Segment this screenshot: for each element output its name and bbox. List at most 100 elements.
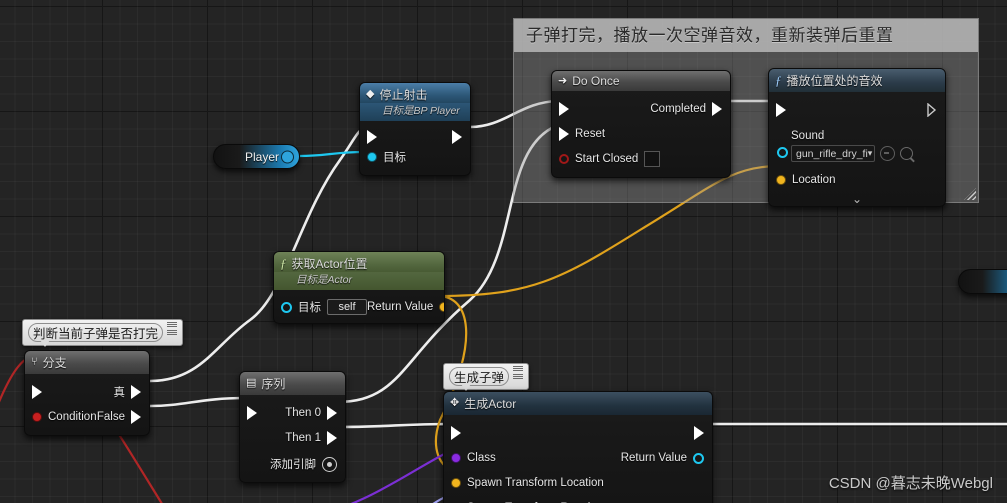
node-stop-fire-subtitle: 目标是BP Player (360, 103, 470, 121)
sequence-icon: ▤ (246, 377, 257, 389)
return-value-vector-pin[interactable] (439, 302, 444, 312)
do-once-start-closed-label: Start Closed (575, 153, 639, 165)
bubble-buttons[interactable] (512, 366, 524, 384)
exec-out-completed-pin[interactable] (712, 102, 722, 116)
node-variable-offscreen-right[interactable] (958, 269, 1007, 294)
branch-exec-row: 真 (25, 382, 149, 402)
bubble-buttons[interactable] (166, 322, 178, 340)
condition-bool-pin[interactable] (32, 412, 42, 422)
exec-out-pin[interactable] (694, 426, 704, 440)
location-vector-pin[interactable] (776, 175, 786, 185)
node-stop-fire[interactable]: ◆ 停止射击 目标是BP Player 目标 (359, 82, 471, 176)
node-get-actor-location[interactable]: ƒ 获取Actor位置 目标是Actor 目标 self Return Valu… (273, 251, 445, 324)
exec-in-pin[interactable] (367, 130, 377, 144)
return-value-object-pin[interactable] (693, 452, 704, 464)
exec-in-pin[interactable] (247, 406, 257, 420)
node-do-once-header: ➜ Do Once (552, 71, 730, 91)
exec-in-pin[interactable] (32, 385, 42, 399)
exec-out-then0-pin[interactable] (327, 406, 337, 420)
exec-out-pin[interactable] (927, 103, 937, 117)
comment-box-title: 子弹打完，播放一次空弹音效，重新装弹后重置 (514, 19, 978, 52)
do-once-reset-row: Reset (552, 124, 730, 144)
sound-asset-combo[interactable]: gun_rifle_dry_fi ▾ (791, 145, 875, 162)
branch-comment-bubble-text: 判断当前子弹是否打完 (33, 327, 159, 341)
function-icon: ƒ (775, 73, 782, 88)
sequence-add-pin-label: 添加引脚 (270, 459, 316, 471)
node-get-actor-location-subtitle: 目标是Actor (274, 272, 444, 290)
node-branch-body: 真 Condition False (25, 374, 149, 435)
browse-asset-icon[interactable] (880, 146, 895, 161)
stop-fire-target-row: 目标 (360, 147, 470, 167)
node-spawn-actor-title: 生成Actor (464, 397, 517, 411)
start-closed-checkbox[interactable] (644, 151, 661, 167)
branch-true-label: 真 (113, 387, 126, 399)
get-actor-location-target-label: 目标 (298, 302, 321, 314)
node-branch[interactable]: ⑂ 分支 真 Condition False (24, 350, 150, 436)
play-sound-sound-block: Sound gun_rifle_dry_fi ▾ (769, 130, 945, 162)
spawn-comment-bubble[interactable]: 生成子弹 (443, 363, 530, 390)
spawn-actor-location-label: Spawn Transform Location (467, 477, 604, 489)
node-get-actor-location-title: 获取Actor位置 (291, 257, 368, 271)
sequence-then0-row: Then 0 (240, 403, 345, 423)
spawn-actor-rotation-row: Spawn Transform Rotation (444, 498, 712, 503)
function-icon: ƒ (280, 256, 287, 271)
get-actor-location-target-value[interactable]: self (327, 299, 367, 315)
exec-out-true-pin[interactable] (131, 385, 141, 399)
sequence-then0-label: Then 0 (285, 407, 321, 419)
spawn-actor-return-label: Return Value (620, 452, 687, 464)
node-sequence-body: Then 0 Then 1 添加引脚 (240, 395, 345, 482)
branch-condition-label: Condition (48, 411, 97, 423)
sound-asset-picker[interactable]: gun_rifle_dry_fi ▾ (769, 145, 945, 162)
start-closed-bool-pin[interactable] (559, 154, 569, 164)
node-stop-fire-body: 目标 (360, 121, 470, 175)
node-sequence-title: 序列 (261, 377, 286, 391)
do-once-icon: ➜ (558, 74, 568, 87)
add-pin-icon[interactable] (322, 456, 337, 472)
exec-in-pin[interactable] (451, 426, 461, 440)
sound-object-pin[interactable] (777, 147, 788, 158)
target-object-pin[interactable] (281, 301, 292, 313)
play-sound-exec-row (769, 100, 945, 120)
node-play-sound-body: Sound gun_rifle_dry_fi ▾ Location ⌄ (769, 92, 945, 206)
node-do-once[interactable]: ➜ Do Once Completed Reset Start Closed (551, 70, 731, 178)
get-actor-location-return-label: Return Value (367, 301, 434, 313)
node-play-sound-at-location[interactable]: ƒ 播放位置处的音效 Sound gun_rifle_dry_fi ▾ Loca… (768, 68, 946, 207)
play-sound-location-label: Location (792, 174, 836, 186)
blueprint-graph-canvas[interactable]: 子弹打完，播放一次空弹音效，重新装弹后重置 ◆ 停止射击 目标是BP Playe… (0, 0, 1007, 503)
node-do-once-body: Completed Reset Start Closed (552, 91, 730, 177)
spawn-actor-class-row: Class Return Value (444, 448, 712, 468)
exec-out-false-pin[interactable] (131, 410, 141, 424)
do-once-exec-row: Completed (552, 99, 730, 119)
exec-out-then1-pin[interactable] (327, 431, 337, 445)
class-pin[interactable] (451, 453, 461, 463)
comment-resize-grip[interactable] (964, 188, 976, 200)
node-sequence[interactable]: ▤ 序列 Then 0 Then 1 添加引脚 (239, 371, 346, 483)
exec-out-pin[interactable] (452, 130, 462, 144)
spawn-bubble-tail (461, 384, 471, 391)
node-spawn-actor[interactable]: ✥ 生成Actor Class Return Value Spawn Trans… (443, 391, 713, 503)
branch-condition-row: Condition False (25, 407, 149, 427)
get-actor-location-pins-row: 目标 self Return Value (274, 297, 444, 317)
exec-in-pin[interactable] (559, 102, 569, 116)
stop-fire-exec-row (360, 127, 470, 147)
node-variable-player[interactable]: Player (213, 144, 300, 169)
search-icon[interactable] (900, 147, 913, 160)
spawn-comment-bubble-text: 生成子弹 (454, 371, 505, 385)
do-once-reset-label: Reset (575, 128, 606, 140)
exec-in-reset-pin[interactable] (559, 127, 569, 141)
spawn-transform-location-pin[interactable] (451, 478, 461, 488)
expand-collapse-chevron-icon[interactable]: ⌄ (769, 190, 945, 205)
variable-player-output-pin[interactable] (281, 150, 294, 163)
play-sound-location-row: Location (769, 170, 945, 190)
exec-in-pin[interactable] (776, 103, 786, 117)
spawn-actor-exec-row (444, 423, 712, 443)
spawn-actor-class-label: Class (467, 452, 496, 464)
target-object-pin[interactable] (367, 152, 377, 162)
variable-player-label: Player (244, 149, 279, 164)
node-branch-title: 分支 (42, 356, 67, 370)
sound-asset-value: gun_rifle_dry_fi (796, 147, 868, 160)
node-play-sound-header: ƒ 播放位置处的音效 (769, 69, 945, 92)
branch-false-label: False (96, 411, 125, 423)
sequence-then1-label: Then 1 (285, 432, 321, 444)
sequence-add-pin-row[interactable]: 添加引脚 (240, 454, 345, 474)
